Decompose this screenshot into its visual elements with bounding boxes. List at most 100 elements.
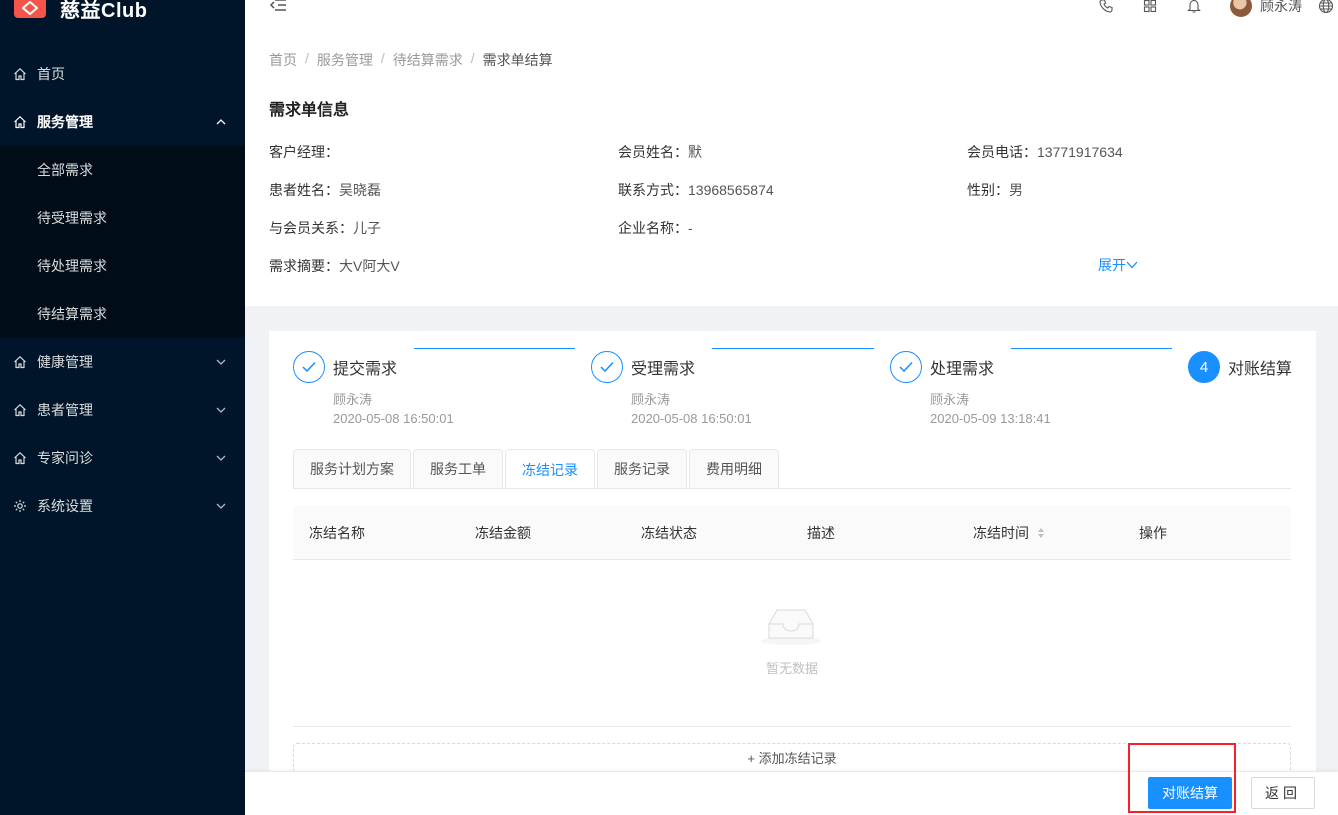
step-time: 2020-05-08 16:50:01 bbox=[631, 411, 752, 426]
logo-icon bbox=[14, 0, 46, 18]
tab-freeze-records[interactable]: 冻结记录 bbox=[505, 449, 595, 489]
logo: 慈益Club bbox=[0, 0, 245, 38]
column-header-sortable[interactable]: 冻结时间 bbox=[957, 523, 1123, 543]
breadcrumb-separator: / bbox=[305, 50, 309, 66]
field-value: 13771917634 bbox=[1037, 144, 1123, 160]
column-header: 操作 bbox=[1139, 524, 1167, 541]
breadcrumb-item[interactable]: 服务管理 bbox=[317, 50, 373, 70]
step-time: 2020-05-09 13:18:41 bbox=[930, 411, 1051, 426]
sidebar-item-label: 患者管理 bbox=[37, 402, 93, 418]
sort-icon[interactable] bbox=[1037, 527, 1045, 539]
main-content: 首页 / 服务管理 / 待结算需求 / 需求单结算 需求单信息 客户经理： 会员姓名：… bbox=[245, 34, 1338, 815]
top-header: 顾永涛 bbox=[245, 0, 1338, 34]
breadcrumb-item[interactable]: 待结算需求 bbox=[393, 50, 463, 70]
step-number: 4 bbox=[1188, 351, 1220, 383]
expand-link[interactable]: 展开 bbox=[1098, 255, 1138, 275]
step-time: 2020-05-08 16:50:01 bbox=[333, 411, 454, 426]
tab-service-plan[interactable]: 服务计划方案 bbox=[293, 449, 411, 488]
field-company: 企业名称：- bbox=[618, 218, 693, 238]
sidebar-item-home[interactable]: 首页 bbox=[0, 50, 245, 98]
check-icon bbox=[890, 351, 922, 383]
sidebar-item-patient[interactable]: 患者管理 bbox=[0, 386, 245, 434]
avatar[interactable] bbox=[1230, 0, 1252, 17]
page-title: 需求单信息 bbox=[269, 102, 350, 119]
field-value: 儿子 bbox=[353, 220, 381, 236]
step-title: 受理需求 bbox=[631, 361, 696, 378]
sidebar-item-expert[interactable]: 专家问诊 bbox=[0, 434, 245, 482]
sidebar-item-label: 系统设置 bbox=[37, 498, 93, 514]
header-actions: 顾永涛 bbox=[1098, 0, 1338, 18]
chevron-up-icon bbox=[215, 116, 227, 128]
field-value: 男 bbox=[1009, 182, 1023, 198]
bell-icon[interactable] bbox=[1186, 0, 1202, 14]
field-label: 会员电话： bbox=[967, 144, 1037, 160]
field-value: 吴晓磊 bbox=[339, 182, 381, 198]
field-value: 默 bbox=[688, 144, 702, 160]
field-gender: 性别：男 bbox=[967, 180, 1023, 200]
sidebar-item-health[interactable]: 健康管理 bbox=[0, 338, 245, 386]
user-name[interactable]: 顾永涛 bbox=[1260, 0, 1302, 16]
sidebar-subitem-pending-process[interactable]: 待处理需求 bbox=[0, 242, 245, 290]
step-connector bbox=[712, 348, 874, 349]
tab-bar: 服务计划方案 服务工单 冻结记录 服务记录 费用明细 bbox=[293, 449, 781, 489]
sidebar: 慈益Club 首页 服务管理 全部需求 待受理需求 待处理需求 待结算需求 健康… bbox=[0, 0, 245, 815]
field-label: 客户经理： bbox=[269, 144, 339, 160]
breadcrumb: 首页 / 服务管理 / 待结算需求 / 需求单结算 bbox=[269, 50, 553, 70]
step-connector bbox=[1011, 348, 1172, 349]
tab-divider bbox=[293, 488, 1291, 489]
field-summary: 需求摘要：大V阿大V bbox=[269, 256, 400, 276]
field-label: 与会员关系： bbox=[269, 220, 353, 236]
breadcrumb-separator: / bbox=[470, 50, 475, 66]
table-empty-state: 暂无数据 bbox=[293, 560, 1291, 727]
sidebar-item-label: 服务管理 bbox=[37, 114, 93, 130]
apps-grid-icon[interactable] bbox=[1142, 0, 1158, 14]
column-header: 描述 bbox=[807, 524, 835, 541]
request-info-card: 首页 / 服务管理 / 待结算需求 / 需求单结算 需求单信息 客户经理： 会员姓名：… bbox=[245, 34, 1338, 306]
tab-work-order[interactable]: 服务工单 bbox=[413, 449, 503, 488]
field-patient-name: 患者姓名：吴晓磊 bbox=[269, 180, 381, 200]
table-header: 冻结名称 冻结金额 冻结状态 描述 冻结时间 操作 bbox=[293, 506, 1291, 560]
column-header-label: 冻结时间 bbox=[973, 524, 1029, 541]
sidebar-subitem-all[interactable]: 全部需求 bbox=[0, 146, 245, 194]
check-icon bbox=[293, 351, 325, 383]
globe-icon[interactable] bbox=[1318, 0, 1334, 14]
home-icon bbox=[12, 114, 28, 130]
sidebar-menu: 首页 服务管理 全部需求 待受理需求 待处理需求 待结算需求 健康管理 患者管理… bbox=[0, 50, 245, 530]
field-relationship: 与会员关系：儿子 bbox=[269, 218, 381, 238]
settle-button[interactable]: 对账结算 bbox=[1148, 777, 1232, 809]
menu-fold-icon[interactable] bbox=[269, 0, 287, 15]
field-contact: 联系方式：13968565874 bbox=[618, 180, 774, 200]
step-person: 顾永涛 bbox=[333, 392, 373, 407]
chevron-down-icon bbox=[215, 500, 227, 512]
chevron-down-icon bbox=[215, 404, 227, 416]
phone-icon[interactable] bbox=[1098, 0, 1114, 14]
back-button[interactable]: 返回 bbox=[1251, 777, 1315, 809]
field-label: 联系方式： bbox=[618, 182, 688, 198]
field-label: 性别： bbox=[967, 182, 1009, 198]
tab-service-records[interactable]: 服务记录 bbox=[597, 449, 687, 488]
sidebar-item-label: 专家问诊 bbox=[37, 450, 93, 466]
field-value: 大V阿大V bbox=[339, 258, 400, 274]
chevron-down-icon bbox=[215, 452, 227, 464]
step-person: 顾永涛 bbox=[930, 392, 970, 407]
sidebar-item-service[interactable]: 服务管理 bbox=[0, 98, 245, 146]
home-icon bbox=[12, 402, 28, 418]
sidebar-item-settings[interactable]: 系统设置 bbox=[0, 482, 245, 530]
check-icon bbox=[591, 351, 623, 383]
gear-icon bbox=[12, 498, 28, 514]
tab-fee-details[interactable]: 费用明细 bbox=[689, 449, 779, 488]
step-connector bbox=[414, 348, 575, 349]
breadcrumb-item[interactable]: 首页 bbox=[269, 50, 297, 70]
footer-toolbar: 对账结算 返回 bbox=[245, 771, 1338, 815]
field-label: 企业名称： bbox=[618, 220, 688, 236]
sidebar-subitem-pending-settle[interactable]: 待结算需求 bbox=[0, 290, 245, 338]
field-member-phone: 会员电话：13771917634 bbox=[967, 142, 1123, 162]
sidebar-subitem-pending-accept[interactable]: 待受理需求 bbox=[0, 194, 245, 242]
home-icon bbox=[12, 354, 28, 370]
field-label: 患者姓名： bbox=[269, 182, 339, 198]
empty-text: 暂无数据 bbox=[765, 661, 818, 676]
column-header: 冻结金额 bbox=[475, 524, 531, 541]
step-person: 顾永涛 bbox=[631, 392, 671, 407]
field-account-manager: 客户经理： bbox=[269, 142, 339, 162]
field-value: - bbox=[688, 220, 693, 236]
